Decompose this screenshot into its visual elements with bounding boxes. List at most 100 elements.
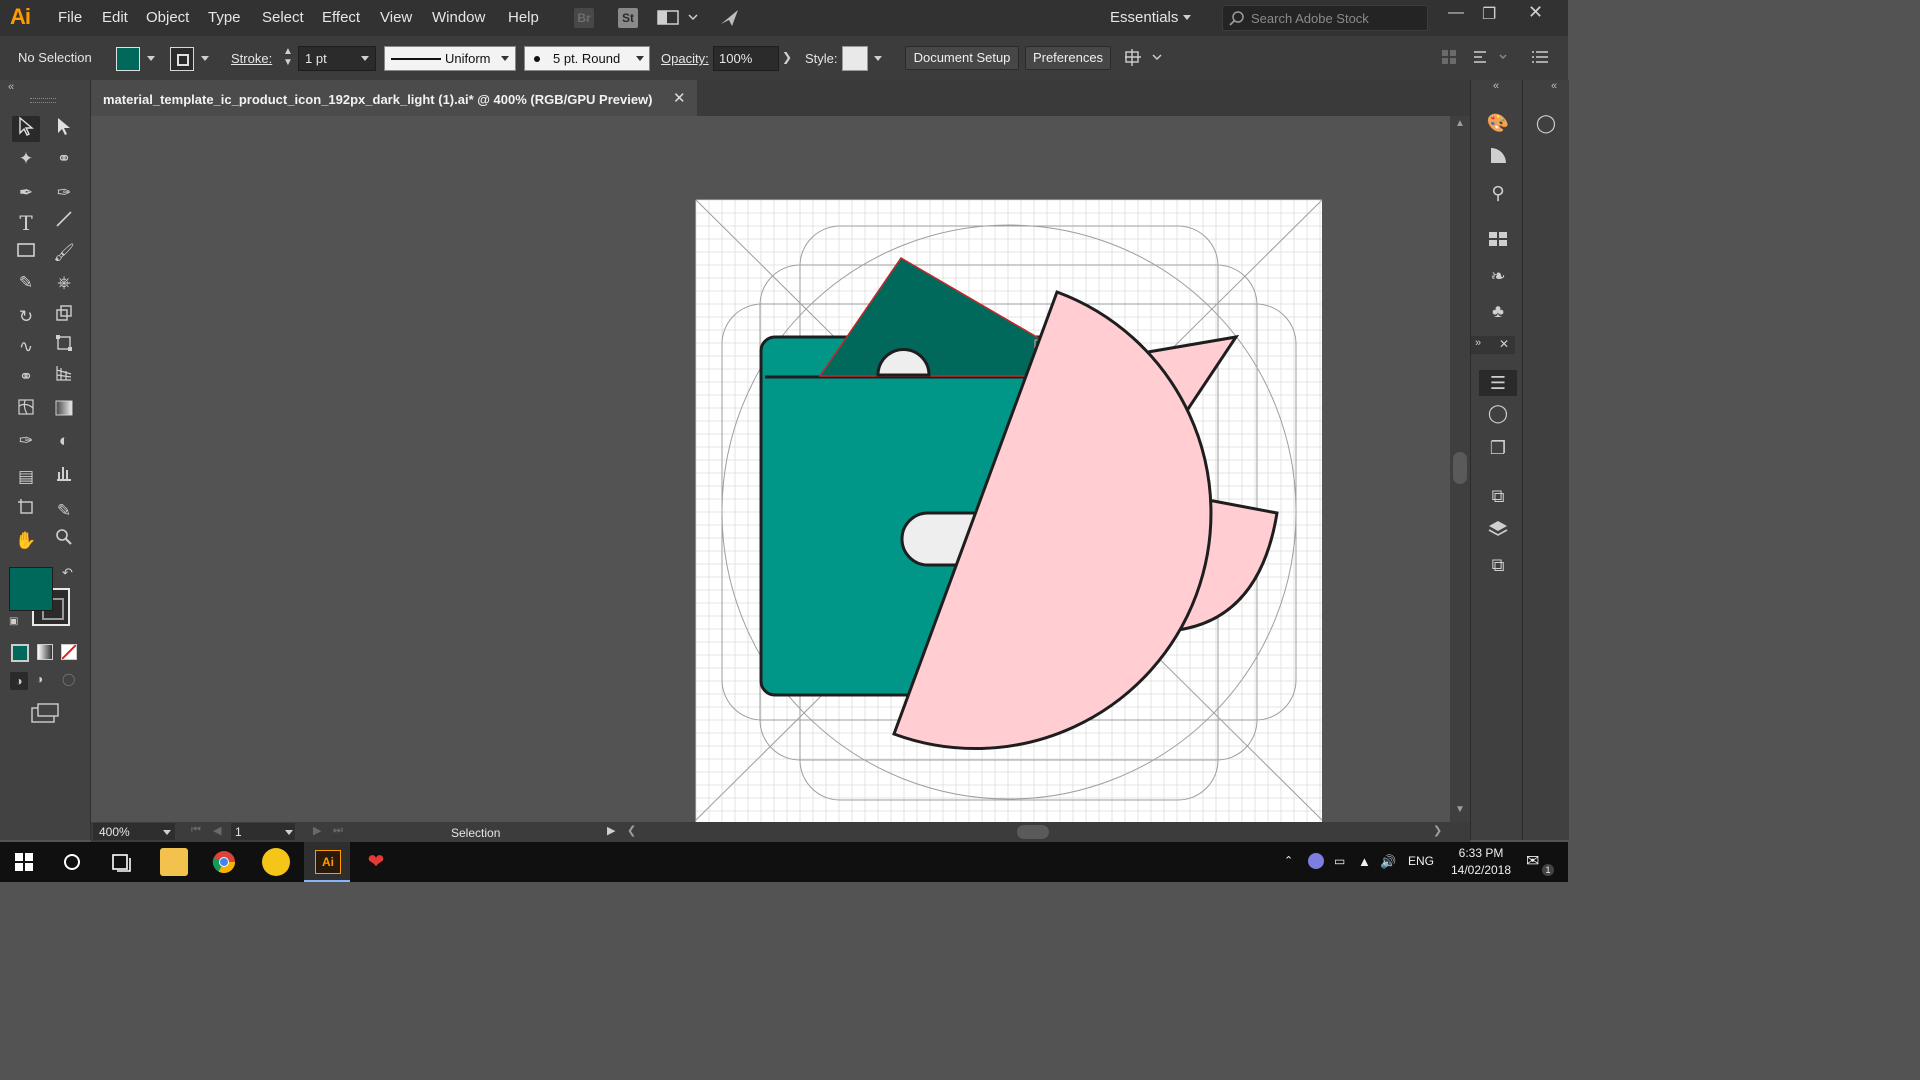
language-indicator[interactable]: ENG (1408, 854, 1434, 868)
restore-icon[interactable]: ❐ (1482, 4, 1496, 24)
panel-grip[interactable] (30, 98, 56, 103)
pen-tool-icon[interactable]: ✒ (12, 180, 40, 206)
garena-icon[interactable]: ❤ (362, 848, 390, 876)
search-stock-input[interactable]: Search Adobe Stock (1222, 5, 1428, 31)
fill-color-swatch[interactable] (9, 567, 53, 611)
cortana-icon[interactable] (58, 848, 86, 876)
panel-menu-icon[interactable] (1530, 49, 1550, 68)
tray-app-icon[interactable] (1308, 853, 1324, 869)
shaper-tool-icon[interactable]: ✎ (12, 270, 40, 296)
menu-type[interactable]: Type (208, 9, 241, 26)
opacity-label[interactable]: Opacity: (661, 51, 709, 66)
color-panel-icon[interactable]: 🎨 (1485, 110, 1511, 136)
menu-select[interactable]: Select (262, 9, 304, 26)
menu-help[interactable]: Help (508, 9, 539, 26)
zoom-tool-icon[interactable] (50, 528, 78, 554)
gradient-panel-icon[interactable]: ◯ (1485, 400, 1511, 426)
draw-normal-icon[interactable]: ◑ (10, 672, 28, 690)
menu-object[interactable]: Object (146, 9, 189, 26)
brushes-icon[interactable]: ❧ (1485, 263, 1511, 289)
fill-swatch[interactable] (116, 47, 140, 71)
chevron-down-icon[interactable] (285, 830, 293, 835)
artboards-panel-icon[interactable]: ⧉ (1485, 552, 1511, 578)
chevron-right-icon[interactable]: ❯ (782, 50, 792, 64)
close-dock-icon[interactable]: ✕ (1499, 337, 1509, 351)
rotate-tool-icon[interactable]: ↻ (12, 304, 40, 330)
wifi-icon[interactable]: ▲ (1358, 854, 1371, 869)
menu-view[interactable]: View (380, 9, 412, 26)
scale-tool-icon[interactable] (50, 304, 78, 330)
first-artboard-icon[interactable]: ⏮ (191, 824, 201, 837)
color-mode-icon[interactable] (11, 644, 29, 662)
volume-icon[interactable]: 🔊 (1380, 854, 1396, 870)
close-icon[interactable]: ✕ (1528, 2, 1543, 23)
file-explorer-icon[interactable] (160, 848, 188, 876)
chevron-down-icon[interactable] (501, 56, 509, 61)
stroke-swatch[interactable] (170, 47, 194, 71)
none-mode-icon[interactable] (61, 644, 77, 660)
scroll-down-icon[interactable]: ▼ (1455, 804, 1465, 815)
direct-selection-tool-icon[interactable] (50, 116, 78, 142)
column-graph-tool-icon[interactable] (50, 464, 78, 490)
export-icon[interactable]: ⧉ (1485, 483, 1511, 509)
symbol-sprayer-tool-icon[interactable]: ▤ (12, 464, 40, 490)
chevron-down-icon[interactable] (163, 830, 171, 835)
document-tab[interactable]: material_template_ic_product_icon_192px_… (91, 80, 697, 118)
scroll-right-icon[interactable]: ❯ (1433, 824, 1442, 837)
chrome-icon[interactable] (210, 848, 238, 876)
artboard-tool-icon[interactable] (12, 498, 40, 524)
chevron-down-icon[interactable] (636, 56, 644, 61)
transform-options-icon[interactable] (1472, 48, 1512, 69)
blend-tool-icon[interactable]: ◐ (50, 428, 78, 454)
paintbrush-tool-icon[interactable]: 🖌 (50, 240, 78, 266)
illustrator-taskbar-button[interactable]: Ai (304, 842, 350, 882)
minimize-icon[interactable]: — (1448, 4, 1464, 22)
battery-icon[interactable]: ▭ (1334, 854, 1345, 868)
stock-button[interactable]: St (618, 8, 638, 28)
stroke-stepper[interactable]: ▲ ▼ (283, 46, 293, 68)
chevron-down-icon[interactable] (147, 56, 155, 61)
free-transform-tool-icon[interactable] (50, 334, 78, 360)
last-artboard-icon[interactable]: ⏭ (333, 824, 343, 837)
preferences-button[interactable]: Preferences (1025, 46, 1111, 70)
canvas[interactable] (91, 116, 1450, 822)
h-scroll-thumb[interactable] (1017, 825, 1049, 839)
perspective-grid-tool-icon[interactable] (50, 364, 78, 390)
status-menu-icon[interactable]: ▶ (607, 824, 615, 837)
show-hidden-icons[interactable]: ⌃ (1284, 854, 1293, 867)
libraries-icon[interactable]: ◯ (1533, 110, 1559, 136)
transparency-icon[interactable]: ❐ (1485, 435, 1511, 461)
panel-toggle-icon[interactable] (1440, 48, 1460, 69)
zoom-field[interactable]: 400% (93, 823, 175, 840)
rectangle-tool-icon[interactable] (12, 240, 40, 266)
task-view-icon[interactable] (108, 848, 136, 876)
lasso-tool-icon[interactable]: ⚭ (50, 146, 78, 172)
screen-mode-icon[interactable] (30, 702, 60, 727)
hand-tool-icon[interactable]: ✋ (12, 528, 40, 554)
bridge-button[interactable]: Br (574, 8, 594, 28)
chevron-down-icon[interactable] (874, 56, 882, 61)
collapse-dock-icon[interactable]: « (1551, 80, 1557, 92)
selection-tool-icon[interactable] (12, 116, 40, 142)
line-segment-tool-icon[interactable] (50, 210, 78, 236)
align-objects-icon[interactable] (1124, 48, 1164, 71)
scroll-thumb[interactable] (1453, 452, 1467, 484)
menu-effect[interactable]: Effect (322, 9, 360, 26)
type-tool-icon[interactable]: T (12, 210, 40, 236)
dock-group-header[interactable]: » ✕ (1471, 336, 1515, 354)
gradient-mode-icon[interactable] (37, 644, 53, 660)
mesh-tool-icon[interactable] (12, 398, 40, 424)
curvature-tool-icon[interactable]: ✑ (50, 180, 78, 206)
clock[interactable]: 6:33 PM 14/02/2018 (1446, 845, 1516, 879)
eraser-tool-icon[interactable]: ⎈ (50, 270, 78, 296)
shape-builder-tool-icon[interactable]: ⚭ (12, 364, 40, 390)
next-artboard-icon[interactable]: ▶ (313, 824, 321, 837)
artboard-number-field[interactable]: 1 (231, 823, 295, 840)
draw-behind-icon[interactable]: ◑ (36, 672, 43, 686)
document-setup-button[interactable]: Document Setup (905, 46, 1019, 70)
chevron-down-icon[interactable] (361, 56, 369, 61)
collapse-panel-icon[interactable]: « (8, 81, 14, 93)
scroll-left-icon[interactable]: ❮ (627, 824, 636, 837)
expand-dock-icon[interactable]: » (1475, 337, 1481, 349)
chevron-down-icon[interactable] (201, 56, 209, 61)
